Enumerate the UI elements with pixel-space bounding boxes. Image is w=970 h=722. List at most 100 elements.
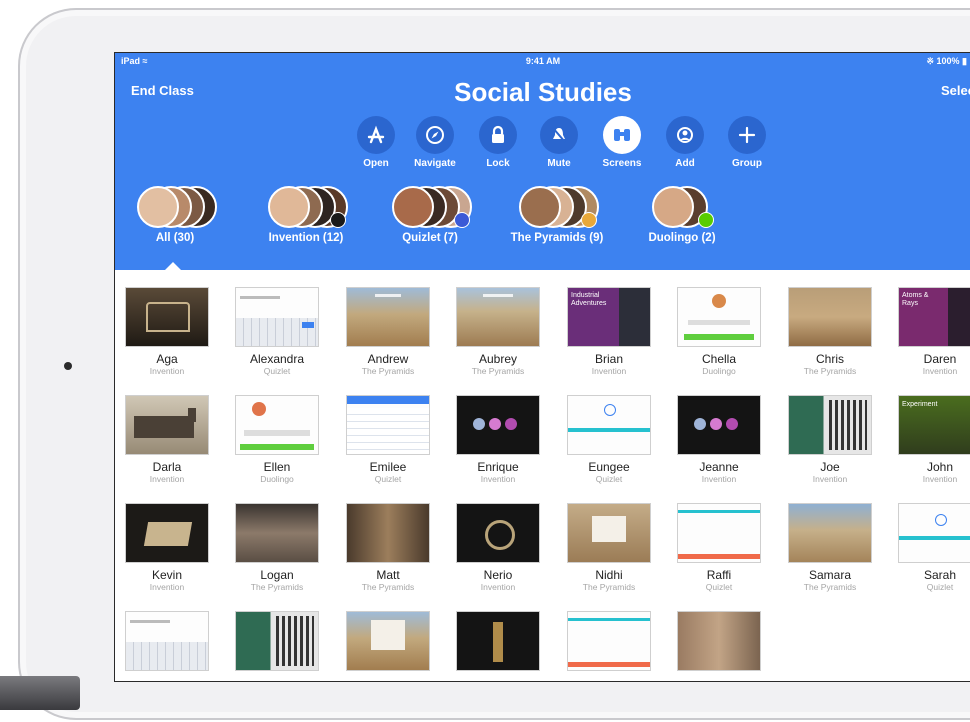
student-name: Chris — [815, 352, 844, 366]
app-store-icon — [357, 116, 395, 154]
avatar — [268, 186, 310, 228]
open-button[interactable]: Open — [345, 116, 407, 169]
screen-thumbnail — [456, 287, 540, 347]
add-button[interactable]: Add — [654, 116, 716, 169]
screen-thumbnail — [346, 611, 430, 671]
student-tile[interactable]: Nerio Invention — [455, 503, 541, 592]
student-tile[interactable]: Aga Invention — [124, 287, 210, 376]
status-battery: ※ 100% ▮ — [926, 56, 967, 67]
binoculars-icon — [603, 116, 641, 154]
student-app: Invention — [149, 366, 185, 376]
student-tile[interactable]: Logan The Pyramids — [234, 503, 320, 592]
quizlet-logo-icon — [454, 212, 470, 228]
screen-thumbnail — [677, 611, 761, 671]
student-tile[interactable]: Andrew The Pyramids — [345, 287, 431, 376]
student-tile[interactable]: Sarah Quizlet — [897, 503, 970, 592]
student-app: Duolingo — [260, 474, 294, 484]
avatar — [652, 186, 694, 228]
student-tile[interactable] — [455, 611, 541, 671]
screen-thumbnail — [235, 395, 319, 455]
student-name: Jeanne — [699, 460, 739, 474]
student-tile[interactable]: Joe Invention — [787, 395, 873, 484]
group-all[interactable]: All (30) — [129, 186, 221, 244]
student-tile[interactable]: Aubrey The Pyramids — [455, 287, 541, 376]
student-tile[interactable]: Chella Duolingo — [676, 287, 762, 376]
student-tile[interactable]: Ellen Duolingo — [234, 395, 320, 484]
student-tile[interactable]: Samara The Pyramids — [787, 503, 873, 592]
bluetooth-icon: ※ — [926, 56, 934, 66]
screen-thumbnail — [346, 503, 430, 563]
student-tile[interactable]: Industrial Adventures Brian Invention — [566, 287, 652, 376]
student-name: Joe — [820, 460, 840, 474]
select-button[interactable]: Select — [941, 83, 970, 98]
group-duolingo[interactable]: Duolingo (2) — [637, 186, 727, 244]
student-tile[interactable]: Alexandra Quizlet — [234, 287, 320, 376]
toolbar: Open Navigate Lock Mute Screens Add Grou… — [345, 116, 766, 176]
student-app: The Pyramids — [803, 366, 857, 376]
lock-button[interactable]: Lock — [467, 116, 529, 169]
mute-button[interactable]: Mute — [528, 116, 590, 169]
student-name: Matt — [376, 568, 400, 582]
student-app: Invention — [149, 474, 185, 484]
group-invention[interactable]: Invention (12) — [251, 186, 361, 244]
group-quizlet[interactable]: Quizlet (7) — [383, 186, 477, 244]
student-app: Invention — [480, 582, 516, 592]
student-tile[interactable]: Jeanne Invention — [676, 395, 762, 484]
student-tile[interactable]: Enrique Invention — [455, 395, 541, 484]
student-tile[interactable]: Darla Invention — [124, 395, 210, 484]
student-name: Raffi — [706, 568, 732, 582]
screen-thumbnail — [677, 395, 761, 455]
student-app: Quizlet — [926, 582, 954, 592]
student-app: The Pyramids — [582, 582, 636, 592]
student-name: Brian — [594, 352, 623, 366]
thumbnail-caption: Experiment — [902, 401, 938, 408]
student-tile[interactable]: Eungee Quizlet — [566, 395, 652, 484]
student-tile[interactable] — [566, 611, 652, 671]
student-name: Ellen — [263, 460, 291, 474]
student-name: Aga — [156, 352, 178, 366]
student-name: Darla — [152, 460, 182, 474]
screen-thumbnail — [567, 503, 651, 563]
screen-thumbnail — [788, 503, 872, 563]
group-label: Duolingo (2) — [648, 232, 716, 244]
thumbnail-caption: Industrial Adventures — [571, 292, 607, 307]
add-student-icon — [666, 116, 704, 154]
ipad-device: iPad ≈ 9:41 AM ※ 100% ▮ End Class Social… — [0, 0, 970, 722]
compass-icon — [416, 116, 454, 154]
student-tile[interactable] — [345, 611, 431, 671]
student-name: Nidhi — [595, 568, 623, 582]
student-tile[interactable] — [676, 611, 762, 671]
group-label: All (30) — [155, 232, 195, 244]
screen-thumbnail — [456, 503, 540, 563]
student-app: Invention — [922, 366, 958, 376]
student-name: Aubrey — [478, 352, 518, 366]
student-app: Invention — [149, 582, 185, 592]
screen-thumbnail — [125, 287, 209, 347]
classroom-screen: iPad ≈ 9:41 AM ※ 100% ▮ End Class Social… — [114, 52, 970, 682]
student-tile[interactable]: Emilee Quizlet — [345, 395, 431, 484]
student-tile[interactable]: Raffi Quizlet — [676, 503, 762, 592]
student-tile[interactable]: Kevin Invention — [124, 503, 210, 592]
thumbnail-caption: Atoms & Rays — [902, 292, 929, 307]
student-tile[interactable]: Matt The Pyramids — [345, 503, 431, 592]
group-button[interactable]: Group — [716, 116, 778, 169]
student-app: Quizlet — [374, 474, 402, 484]
screens-button[interactable]: Screens — [591, 116, 653, 169]
device-side-object — [0, 676, 80, 710]
student-tile[interactable]: Chris The Pyramids — [787, 287, 873, 376]
screen-thumbnail — [677, 287, 761, 347]
group-label: Group — [732, 158, 762, 169]
student-tile[interactable]: Experiment John Invention — [897, 395, 970, 484]
navigate-button[interactable]: Navigate — [404, 116, 466, 169]
student-name: Kevin — [151, 568, 183, 582]
group-the-pyramids[interactable]: The Pyramids (9) — [501, 186, 613, 244]
student-tile[interactable]: Atoms & Rays Daren Invention — [897, 287, 970, 376]
student-tile[interactable]: Nidhi The Pyramids — [566, 503, 652, 592]
student-name: John — [926, 460, 954, 474]
screen-thumbnail — [235, 287, 319, 347]
group-filter-bar: All (30) Invention (12) Quizlet (7) The … — [115, 186, 970, 256]
lock-label: Lock — [486, 158, 510, 169]
student-tile[interactable] — [124, 611, 210, 671]
student-tile[interactable] — [234, 611, 320, 671]
student-app: The Pyramids — [471, 366, 525, 376]
